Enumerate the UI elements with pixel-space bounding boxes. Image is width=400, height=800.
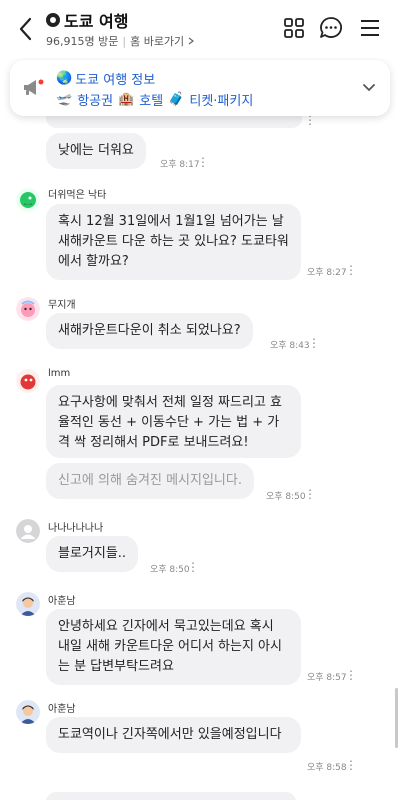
message-bubble[interactable]: 요구사항에 맞춰서 전체 일정 짜드리고 효율적인 동선 + 이동수단 + 가는… (46, 385, 301, 458)
notice-title-row[interactable]: 🌏 도쿄 여행 정보 (56, 69, 155, 88)
message-text: 도쿄역이나 긴자쪽에서만 있을예정입니다 (58, 727, 282, 742)
more-options-icon[interactable]: ⋮ (197, 155, 209, 169)
message-bubble-partial[interactable] (46, 792, 296, 800)
message-text: 혹시 12월 31일에서 1월1일 넘어가는 날 새해카운트 다운 하는 곳 있… (58, 214, 289, 269)
hotel-icon: 🏨 (118, 92, 135, 107)
more-options-icon[interactable]: ⋮ (308, 336, 320, 350)
back-arrow-icon (19, 17, 32, 41)
grid-menu-button[interactable] (281, 15, 307, 41)
avatar-person-icon (16, 592, 40, 616)
avatar[interactable] (16, 188, 40, 212)
avatar-green-icon (16, 188, 40, 212)
back-button[interactable] (14, 14, 38, 44)
message-time: 오후 8:50 (150, 565, 190, 575)
avatar[interactable] (16, 519, 40, 543)
avatar[interactable] (16, 700, 40, 724)
message-bubble[interactable]: 새해카운트다운이 취소 되었나요? (46, 313, 253, 349)
chat-bubble-icon (320, 17, 343, 38)
more-options-icon[interactable]: ⋮ (187, 560, 199, 574)
message-bubble[interactable]: 낮에는 더워요 (46, 133, 146, 169)
message-text: 안녕하세요 긴자에서 묵고있는데요 혹시 내일 새해 카운트다운 어디서 하는지… (58, 619, 282, 674)
sender-name: lmm (48, 368, 71, 379)
title-row[interactable]: 도쿄 여행 (46, 8, 128, 32)
chat-bubble-button[interactable] (318, 15, 344, 41)
message-bubble[interactable]: 혹시 12월 31일에서 1월1일 넘어가는 날 새해카운트 다운 하는 곳 있… (46, 204, 301, 280)
message-bubble[interactable]: 도쿄역이나 긴자쪽에서만 있을예정입니다 (46, 717, 301, 753)
openchat-badge-icon (46, 13, 60, 27)
sender-name: 아훈남 (48, 596, 76, 607)
grid-icon (284, 18, 304, 38)
message-text: 요구사항에 맞춰서 전체 일정 짜드리고 효율적인 동선 + 이동수단 + 가는… (58, 395, 282, 450)
avatar-default-icon (16, 519, 40, 543)
message-time: 오후 8:50 (266, 492, 306, 502)
app-header: 도쿄 여행 96,915명 방문 | 홈 바로가기 (0, 0, 400, 58)
message-time: 오후 8:43 (270, 341, 310, 351)
avatar[interactable] (16, 592, 40, 616)
airplane-icon: 🛫 (56, 92, 73, 107)
more-options-icon[interactable]: ⋮ (345, 668, 357, 682)
notice-banner[interactable]: 🌏 도쿄 여행 정보 🛫 항공권 🏨 호텔 🧳 티켓·패키지 (10, 60, 390, 116)
menu-button[interactable] (357, 15, 383, 41)
header-subtitle: 96,915명 방문 | 홈 바로가기 (46, 33, 195, 49)
sender-name: 아훈남 (48, 704, 76, 715)
message-time: 오후 8:57 (307, 673, 347, 683)
separator: | (122, 34, 127, 48)
chat-area: ⋮ 낮에는 더워요 오후 8:17 ⋮ 더위먹은 낙타 혹시 12월 31일에서… (0, 0, 400, 800)
message-time: 오후 8:58 (307, 763, 347, 773)
page-title: 도쿄 여행 (64, 12, 129, 31)
scrollbar[interactable] (395, 688, 398, 748)
avatar-red-icon (16, 369, 40, 393)
notice-title: 도쿄 여행 정보 (75, 73, 156, 88)
more-options-icon[interactable]: ⋮ (345, 263, 357, 277)
message-text: 블로거지들.. (58, 546, 127, 561)
hidden-message-bubble[interactable]: 신고에 의해 숨겨진 메시지입니다. (46, 463, 254, 499)
notice-link-ticket[interactable]: 티켓·패키지 (189, 90, 253, 109)
globe-icon: 🌏 (56, 71, 73, 86)
sender-name: 무지개 (48, 300, 76, 311)
luggage-icon: 🧳 (168, 92, 185, 107)
notice-links: 🛫 항공권 🏨 호텔 🧳 티켓·패키지 (56, 90, 253, 109)
notice-link-hotel[interactable]: 호텔 (139, 90, 163, 109)
message-bubble[interactable]: 블로거지들.. (46, 536, 139, 572)
message-text: 낮에는 더워요 (58, 143, 134, 158)
chevron-down-icon (363, 84, 375, 91)
avatar-rainbow-icon (16, 297, 40, 321)
chevron-right-icon (188, 37, 195, 45)
hamburger-menu-icon (361, 20, 379, 36)
avatar[interactable] (16, 297, 40, 321)
sender-name: 더위먹은 낙타 (48, 190, 107, 201)
visit-count: 96,915명 방문 (46, 35, 119, 48)
message-time: 오후 8:17 (160, 160, 200, 170)
megaphone-icon (22, 78, 44, 98)
message-text: 새해카운트다운이 취소 되었나요? (58, 323, 241, 338)
more-options-icon[interactable]: ⋮ (345, 758, 357, 772)
expand-notice-button[interactable] (360, 78, 378, 96)
avatar-person-icon (16, 700, 40, 724)
avatar[interactable] (16, 369, 40, 393)
home-shortcut-link[interactable]: 홈 바로가기 (130, 33, 184, 49)
message-time: 오후 8:27 (307, 268, 347, 278)
message-bubble[interactable]: 안녕하세요 긴자에서 묵고있는데요 혹시 내일 새해 카운트다운 어디서 하는지… (46, 609, 301, 685)
more-options-icon[interactable]: ⋮ (304, 487, 316, 501)
hidden-message-text: 신고에 의해 숨겨진 메시지입니다. (58, 473, 242, 488)
sender-name: 나나나나나나 (48, 523, 104, 534)
notice-link-flight[interactable]: 항공권 (77, 90, 113, 109)
